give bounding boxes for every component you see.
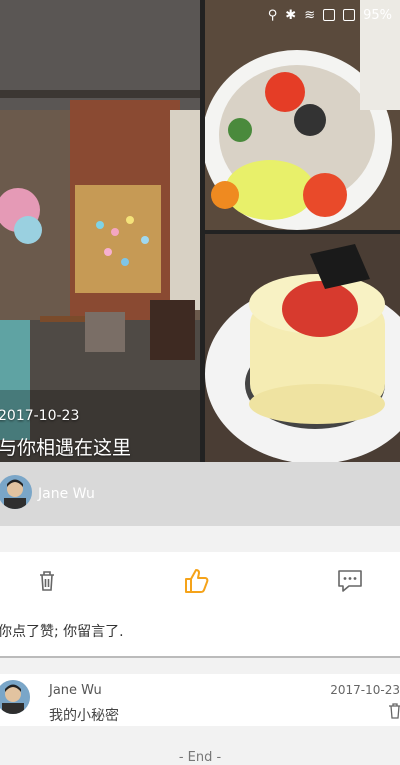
status-bar: ⚲ ✱ ≋ 95% [205, 0, 400, 30]
wifi-icon: ≋ [304, 7, 316, 23]
summary-text: 你点了赞; 你留言了. [0, 624, 124, 640]
comment-date: 2017-10-23 [330, 683, 400, 697]
sim-icon [323, 9, 336, 21]
author-avatar[interactable] [0, 475, 32, 509]
signal-icon [343, 9, 356, 21]
commenter-avatar[interactable] [0, 680, 30, 714]
post-caption: 与你相遇在这里 [0, 437, 132, 459]
post-photo-grid: 2017-10-23 与你相遇在这里 [0, 0, 400, 462]
action-bar [0, 552, 400, 609]
comment-icon[interactable] [335, 566, 365, 596]
trash-icon[interactable] [32, 566, 62, 596]
end-marker: - End - [178, 750, 222, 765]
like-thumb-icon[interactable] [181, 566, 211, 596]
author-strip: Jane Wu [0, 462, 400, 526]
cafe-interior-photo[interactable] [0, 0, 200, 462]
cake-photo[interactable] [205, 234, 400, 462]
post-date: 2017-10-23 [0, 408, 80, 424]
commenter-name[interactable]: Jane Wu [49, 683, 102, 698]
comment-text: 我的小秘密 [49, 708, 119, 724]
comment-item: Jane Wu 我的小秘密 2017-10-23 [0, 674, 400, 726]
map-pin-icon: ⚲ [267, 7, 278, 23]
battery-percent: 95% [363, 7, 392, 23]
delete-comment-icon[interactable] [387, 702, 400, 720]
author-name[interactable]: Jane Wu [38, 486, 95, 502]
bluetooth-icon: ✱ [285, 7, 297, 23]
interaction-summary: 你点了赞; 你留言了. [0, 608, 400, 658]
salad-photo[interactable] [205, 0, 400, 230]
